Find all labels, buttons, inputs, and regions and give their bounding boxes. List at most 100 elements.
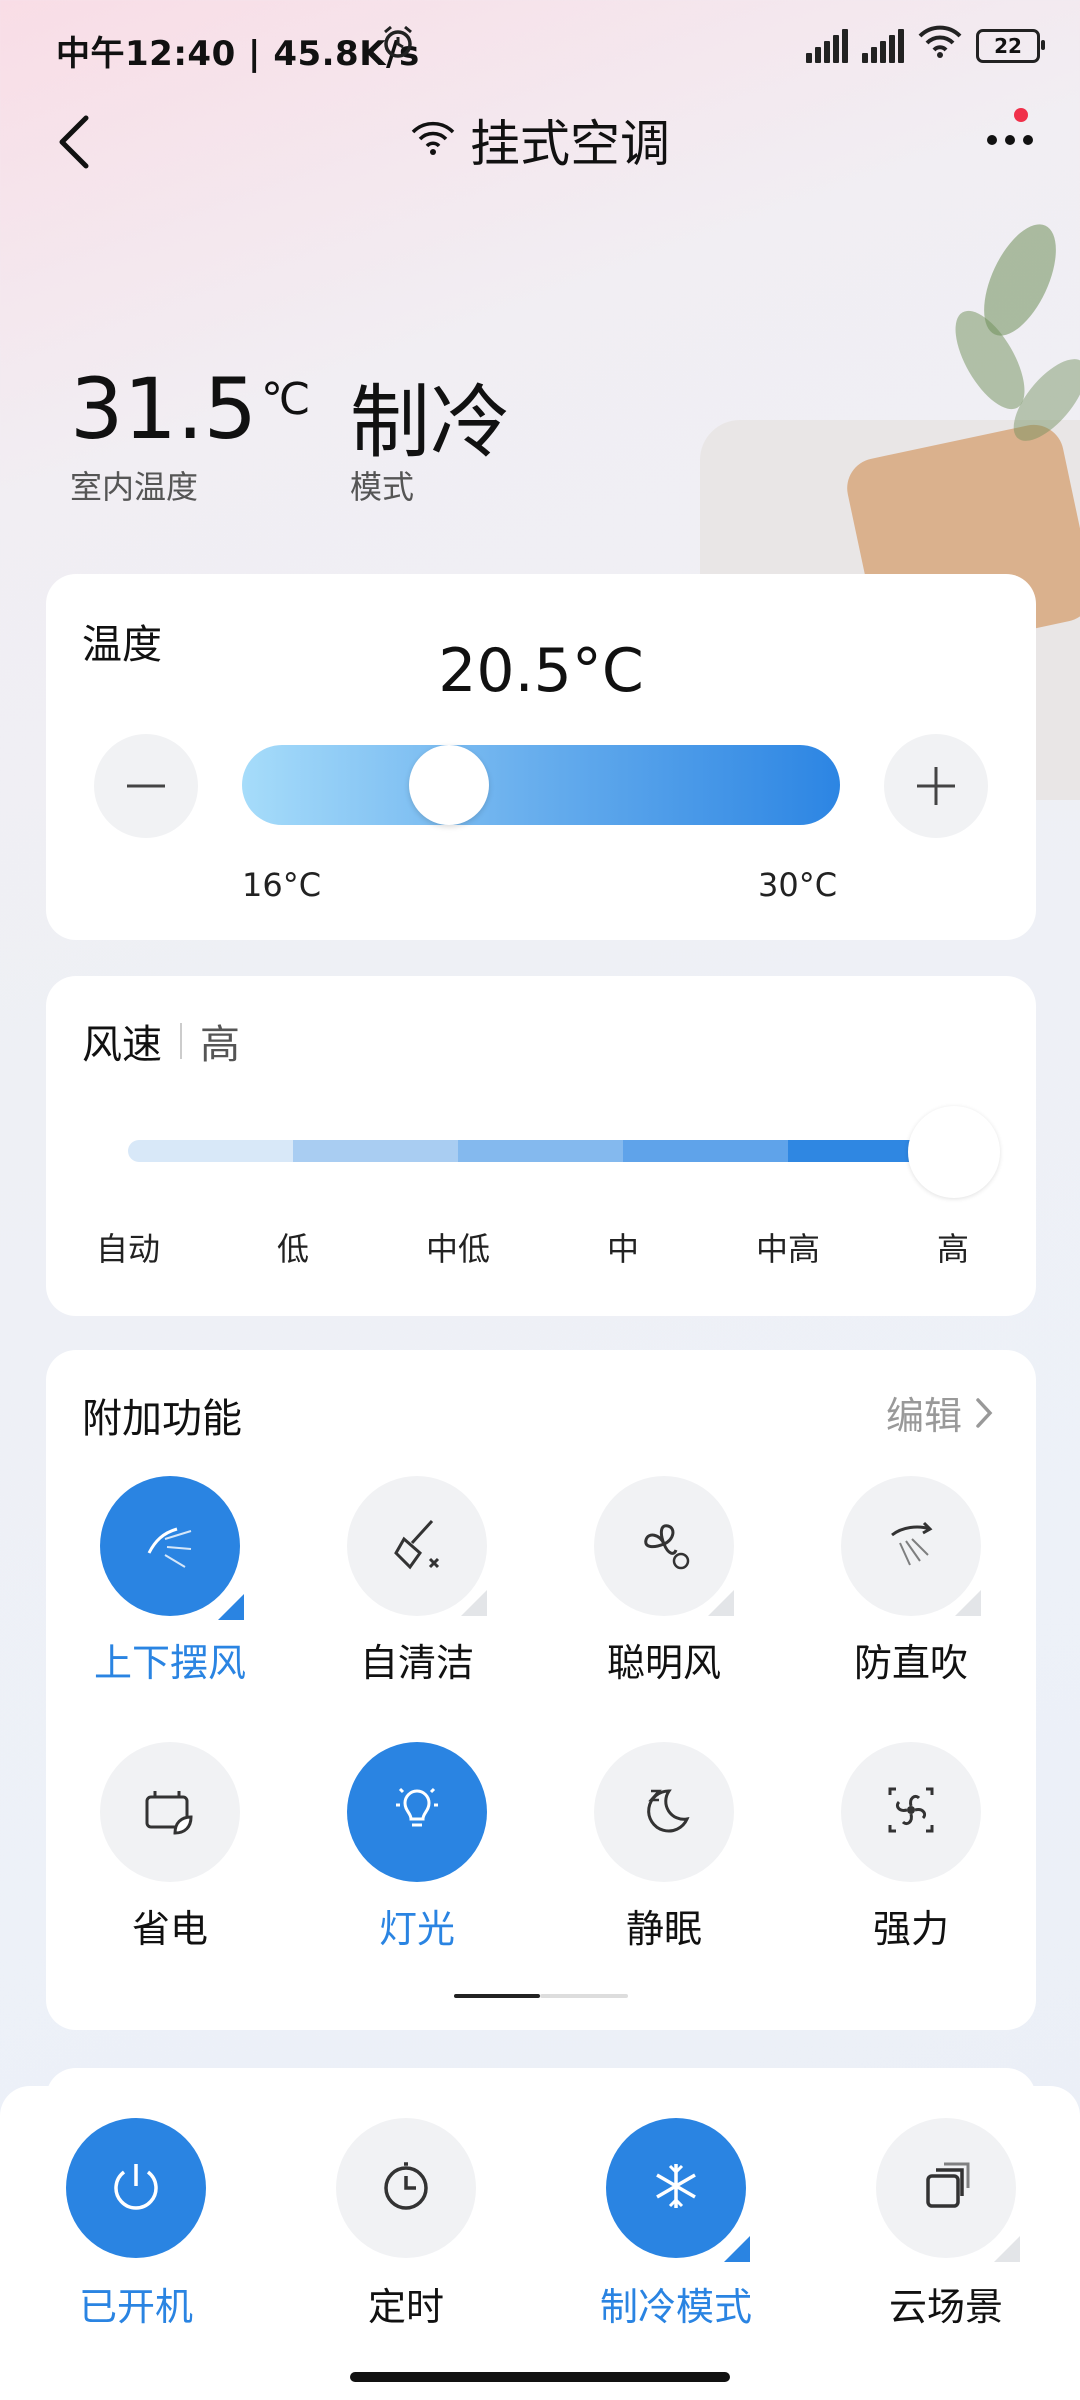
increase-temperature-button[interactable] — [884, 734, 988, 838]
timer-icon — [374, 2154, 438, 2222]
light-bulb-icon — [382, 1775, 452, 1849]
wind-speed-segment[interactable] — [128, 1140, 293, 1162]
feature-label: 自清洁 — [359, 1641, 474, 1685]
expand-corner-icon — [708, 1590, 734, 1616]
indoor-temperature: 31.5℃ — [70, 360, 310, 458]
scenes-icon — [914, 2154, 978, 2222]
feature-label: 静眠 — [625, 1907, 702, 1951]
feature-label: 灯光 — [378, 1907, 455, 1951]
battery-level: 22 — [994, 33, 1022, 58]
temperature-setpoint: 20.5°C — [438, 636, 644, 706]
expand-corner-icon — [724, 2236, 750, 2262]
temperature-slider-knob[interactable] — [409, 745, 489, 825]
signal-icon-2 — [862, 28, 904, 63]
feature-toggle[interactable] — [347, 1742, 487, 1882]
feature-swing-vertical[interactable]: 上下摆风 — [70, 1476, 270, 1687]
feature-light-bulb[interactable]: 灯光 — [317, 1742, 517, 1953]
bottom-power-button[interactable]: 已开机 — [36, 2118, 236, 2331]
background-plant — [955, 224, 1080, 441]
battery-icon: 22 — [976, 28, 1045, 63]
feature-label: 防直吹 — [853, 1641, 968, 1685]
expand-corner-icon — [461, 1590, 487, 1616]
wind-speed-level-label[interactable]: 高 — [893, 1224, 1013, 1270]
expand-corner-icon — [218, 1594, 244, 1620]
feature-label: 聪明风 — [606, 1641, 721, 1685]
wind-speed-current: 高 — [200, 1022, 240, 1068]
feature-toggle[interactable] — [594, 1476, 734, 1616]
bottom-button-label: 定时 — [367, 2285, 444, 2329]
anti-direct-blow-icon — [876, 1509, 946, 1583]
power-save-icon — [135, 1775, 205, 1849]
wind-speed-level-label[interactable]: 低 — [233, 1224, 353, 1270]
home-indicator[interactable] — [350, 2372, 730, 2382]
feature-toggle[interactable] — [841, 1476, 981, 1616]
current-mode: 制冷 — [350, 376, 510, 469]
more-menu-button[interactable] — [970, 100, 1050, 180]
extra-features-title: 附加功能 — [82, 1396, 242, 1442]
edit-features-button[interactable]: 编辑 — [886, 1385, 996, 1440]
feature-toggle[interactable] — [100, 1476, 244, 1620]
indoor-temperature-unit: ℃ — [261, 374, 311, 425]
bottom-button-circle[interactable] — [66, 2118, 206, 2258]
feature-anti-direct-blow[interactable]: 防直吹 — [811, 1476, 1011, 1687]
snowflake-icon — [644, 2154, 708, 2222]
plus-icon — [917, 767, 955, 805]
wind-speed-level-label[interactable]: 中 — [563, 1224, 683, 1270]
feature-self-clean[interactable]: 自清洁 — [317, 1476, 517, 1687]
edit-label: 编辑 — [885, 1394, 962, 1438]
sleep-moon-icon — [629, 1775, 699, 1849]
wind-speed-slider-knob[interactable] — [908, 1106, 1000, 1198]
feature-toggle[interactable] — [594, 1742, 734, 1882]
temperature-min-label: 16°C — [242, 866, 322, 904]
wind-speed-level-label[interactable]: 中高 — [728, 1224, 848, 1270]
bottom-button-circle[interactable] — [606, 2118, 750, 2262]
chevron-right-icon — [976, 1397, 993, 1428]
current-mode-label: 模式 — [350, 468, 415, 506]
signal-icon-1 — [806, 28, 848, 63]
bottom-button-circle[interactable] — [336, 2118, 476, 2258]
page-indicator-inactive — [540, 1994, 628, 1998]
feature-smart-wind[interactable]: 聪明风 — [564, 1476, 764, 1687]
wind-speed-title: 风速 — [82, 1022, 162, 1068]
feature-toggle[interactable] — [841, 1742, 981, 1882]
feature-label: 强力 — [872, 1907, 949, 1951]
wind-speed-level-label[interactable]: 中低 — [398, 1224, 518, 1270]
more-dots-icon — [987, 135, 1033, 145]
bottom-button-circle[interactable] — [876, 2118, 1020, 2262]
expand-corner-icon — [955, 1590, 981, 1616]
temperature-slider[interactable] — [242, 745, 840, 825]
indoor-temperature-label: 室内温度 — [70, 468, 199, 506]
feature-label: 上下摆风 — [93, 1641, 246, 1685]
bottom-button-label: 云场景 — [888, 2285, 1003, 2329]
wind-speed-level-label[interactable]: 自动 — [68, 1224, 188, 1270]
status-time: 中午12:40 | 45.8K/s — [56, 34, 420, 74]
indoor-temperature-value: 31.5 — [70, 360, 258, 458]
wifi-connected-icon — [410, 118, 456, 162]
wind-speed-header: 风速 高 — [82, 1012, 240, 1070]
divider — [180, 1023, 182, 1059]
turbo-fan-icon — [876, 1775, 946, 1849]
feature-toggle[interactable] — [347, 1476, 487, 1616]
feature-power-save[interactable]: 省电 — [70, 1742, 270, 1953]
bottom-scenes-button[interactable]: 云场景 — [846, 2118, 1046, 2331]
self-clean-icon — [382, 1509, 452, 1583]
minus-icon — [127, 784, 165, 788]
swing-vertical-icon — [135, 1509, 205, 1583]
decrease-temperature-button[interactable] — [94, 734, 198, 838]
page-indicator-active — [454, 1994, 540, 1998]
page-title: 挂式空调 — [470, 115, 670, 173]
bottom-timer-button[interactable]: 定时 — [306, 2118, 506, 2331]
feature-toggle[interactable] — [100, 1742, 240, 1882]
wind-speed-segment[interactable] — [458, 1140, 623, 1162]
feature-label: 省电 — [131, 1907, 208, 1951]
feature-sleep-moon[interactable]: 静眠 — [564, 1742, 764, 1953]
wind-speed-segment[interactable] — [623, 1140, 788, 1162]
expand-corner-icon — [994, 2236, 1020, 2262]
feature-turbo-fan[interactable]: 强力 — [811, 1742, 1011, 1953]
page-header: 挂式空调 — [0, 104, 1080, 176]
smart-wind-icon — [629, 1509, 699, 1583]
bottom-button-label: 已开机 — [78, 2285, 193, 2329]
alarm-icon — [380, 24, 416, 69]
wind-speed-segment[interactable] — [293, 1140, 458, 1162]
bottom-snowflake-button[interactable]: 制冷模式 — [576, 2118, 776, 2331]
